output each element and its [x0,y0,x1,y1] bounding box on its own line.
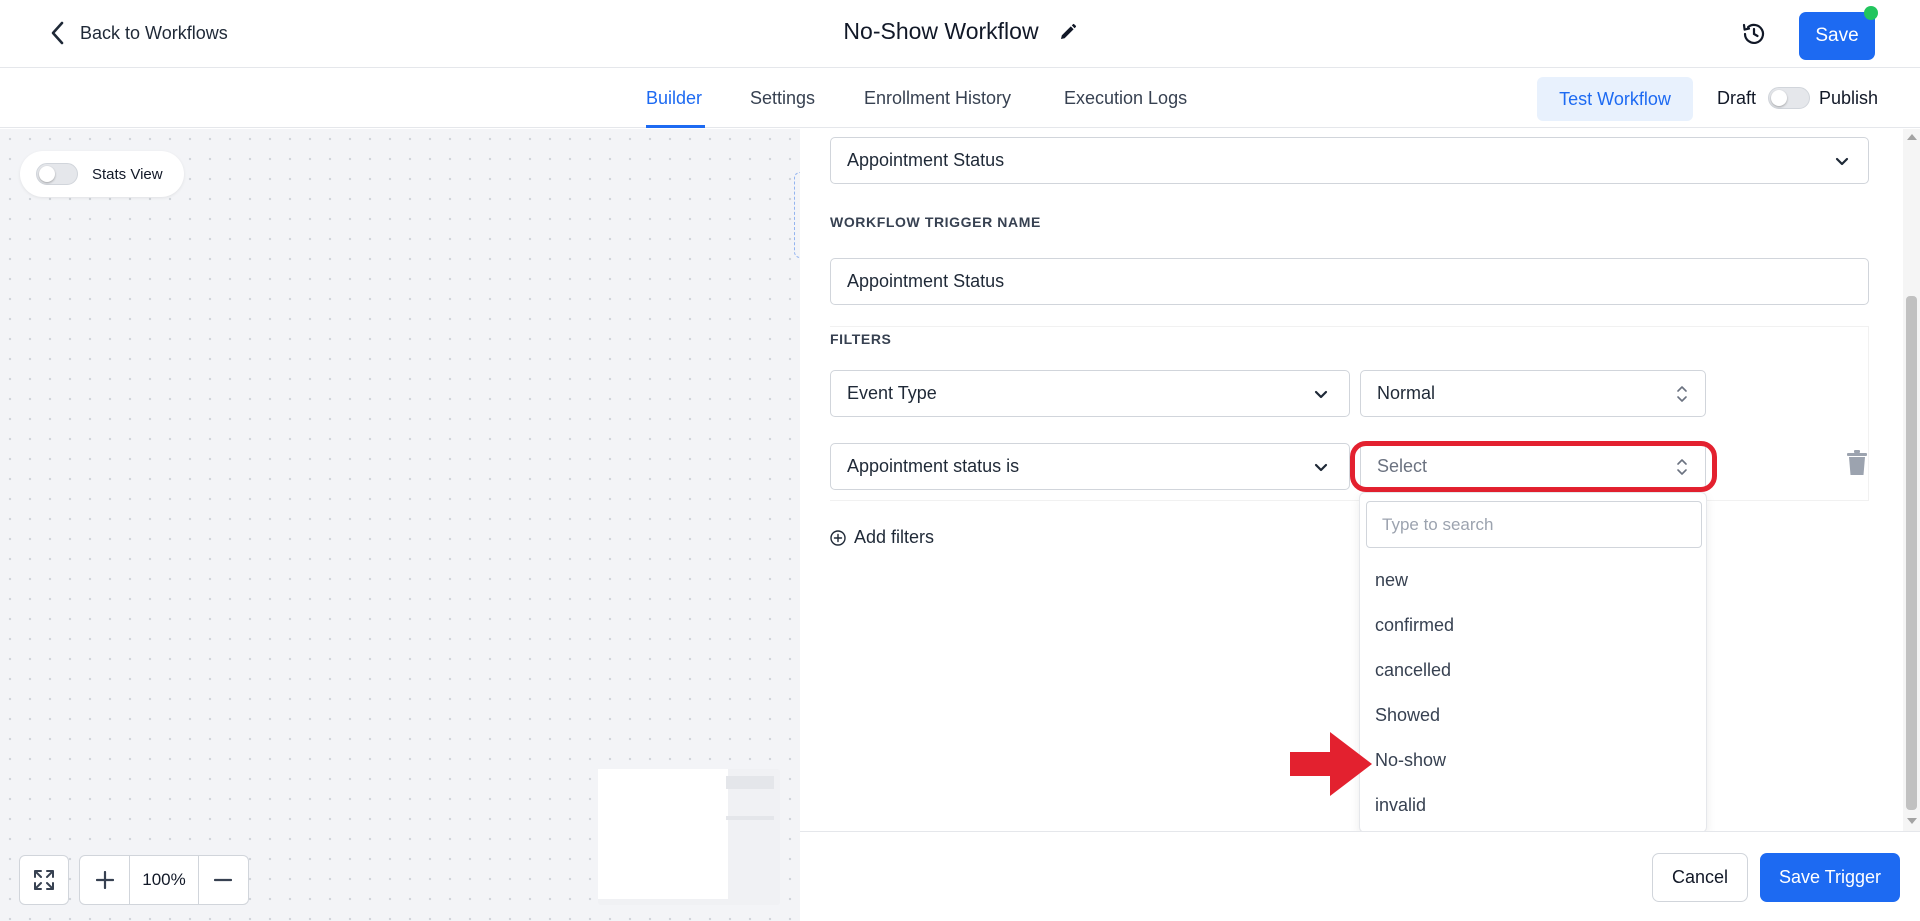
stats-view-label: Stats View [92,165,163,183]
top-header: Back to Workflows No-Show Workflow Save [0,0,1920,68]
zoom-in-button[interactable] [80,856,129,904]
plus-icon [95,871,114,889]
zoom-controls: 100% [79,855,249,905]
save-button[interactable]: Save [1799,12,1875,60]
status-dot [1864,6,1878,20]
save-trigger-button[interactable]: Save Trigger [1760,853,1900,902]
tab-builder[interactable]: Builder [646,88,702,109]
updown-chevron-icon [1677,386,1687,402]
panel-footer [800,831,1920,921]
chevron-down-icon [1835,157,1849,166]
chevron-left-icon [51,21,64,45]
cancel-button[interactable]: Cancel [1652,853,1748,902]
zoom-out-button[interactable] [199,856,248,904]
filter-value: Normal [1377,383,1436,403]
scrollbar-thumb[interactable] [1906,296,1917,810]
scroll-down-icon[interactable] [1907,818,1917,824]
trigger-name-input[interactable]: Appointment Status [830,258,1869,305]
back-to-workflows-link[interactable]: Back to Workflows [48,20,228,46]
dropdown-search-input[interactable] [1366,501,1702,548]
pencil-icon[interactable] [1059,23,1077,41]
stats-toggle-switch[interactable] [36,163,78,185]
test-workflow-button[interactable]: Test Workflow [1537,77,1693,121]
chevron-down-icon [1314,390,1328,399]
add-filters-button[interactable]: Add filters [830,527,934,548]
filter-field-select[interactable]: Event Type [830,370,1350,417]
highlight-annotation [1350,441,1717,492]
history-icon[interactable] [1740,20,1768,48]
trash-icon[interactable] [1846,450,1868,476]
filter-field-value: Event Type [847,383,937,403]
fit-view-button[interactable] [19,855,69,905]
workflow-title: No-Show Workflow [843,18,1039,44]
zoom-level: 100% [129,856,199,904]
status-dropdown-menu: new confirmed cancelled Showed No-show i… [1359,492,1707,833]
publish-label: Publish [1819,88,1879,108]
filter-value-select[interactable]: Normal [1360,370,1706,417]
stats-view-toggle[interactable]: Stats View [20,151,184,197]
dropdown-option[interactable]: cancelled [1375,660,1451,681]
minimap[interactable] [598,769,780,905]
dropdown-option[interactable]: Showed [1375,705,1440,726]
trigger-type-select[interactable]: Appointment Status [830,137,1869,184]
trigger-name-value: Appointment Status [847,271,1005,291]
dropdown-option[interactable]: new [1375,570,1408,591]
dropdown-option-no-show[interactable]: No-show [1375,750,1446,771]
minus-icon [214,878,233,882]
tab-enrollment-history[interactable]: Enrollment History [864,88,1011,109]
tab-execution-logs[interactable]: Execution Logs [1064,88,1187,109]
trigger-type-value: Appointment Status [847,150,1005,170]
trigger-name-label: WORKFLOW TRIGGER NAME [830,214,1041,230]
filter-field-value: Appointment status is [847,456,1020,476]
expand-icon [34,870,54,890]
chevron-down-icon [1314,463,1328,472]
dropdown-option[interactable]: confirmed [1375,615,1454,636]
active-tab-indicator [646,125,705,128]
draft-label: Draft [1717,88,1757,108]
add-filters-label: Add filters [854,527,935,547]
filter-field-select[interactable]: Appointment status is [830,443,1350,490]
tabs-bar: Builder Settings Enrollment History Exec… [0,68,1920,128]
workflow-canvas[interactable]: Stats View 100% [0,129,802,921]
red-arrow-annotation [1290,732,1372,796]
dropdown-option[interactable]: invalid [1375,795,1426,816]
publish-toggle[interactable] [1768,87,1810,109]
tab-settings[interactable]: Settings [750,88,815,109]
scroll-up-icon[interactable] [1907,134,1917,140]
plus-circle-icon [830,529,846,546]
back-label: Back to Workflows [80,22,228,43]
